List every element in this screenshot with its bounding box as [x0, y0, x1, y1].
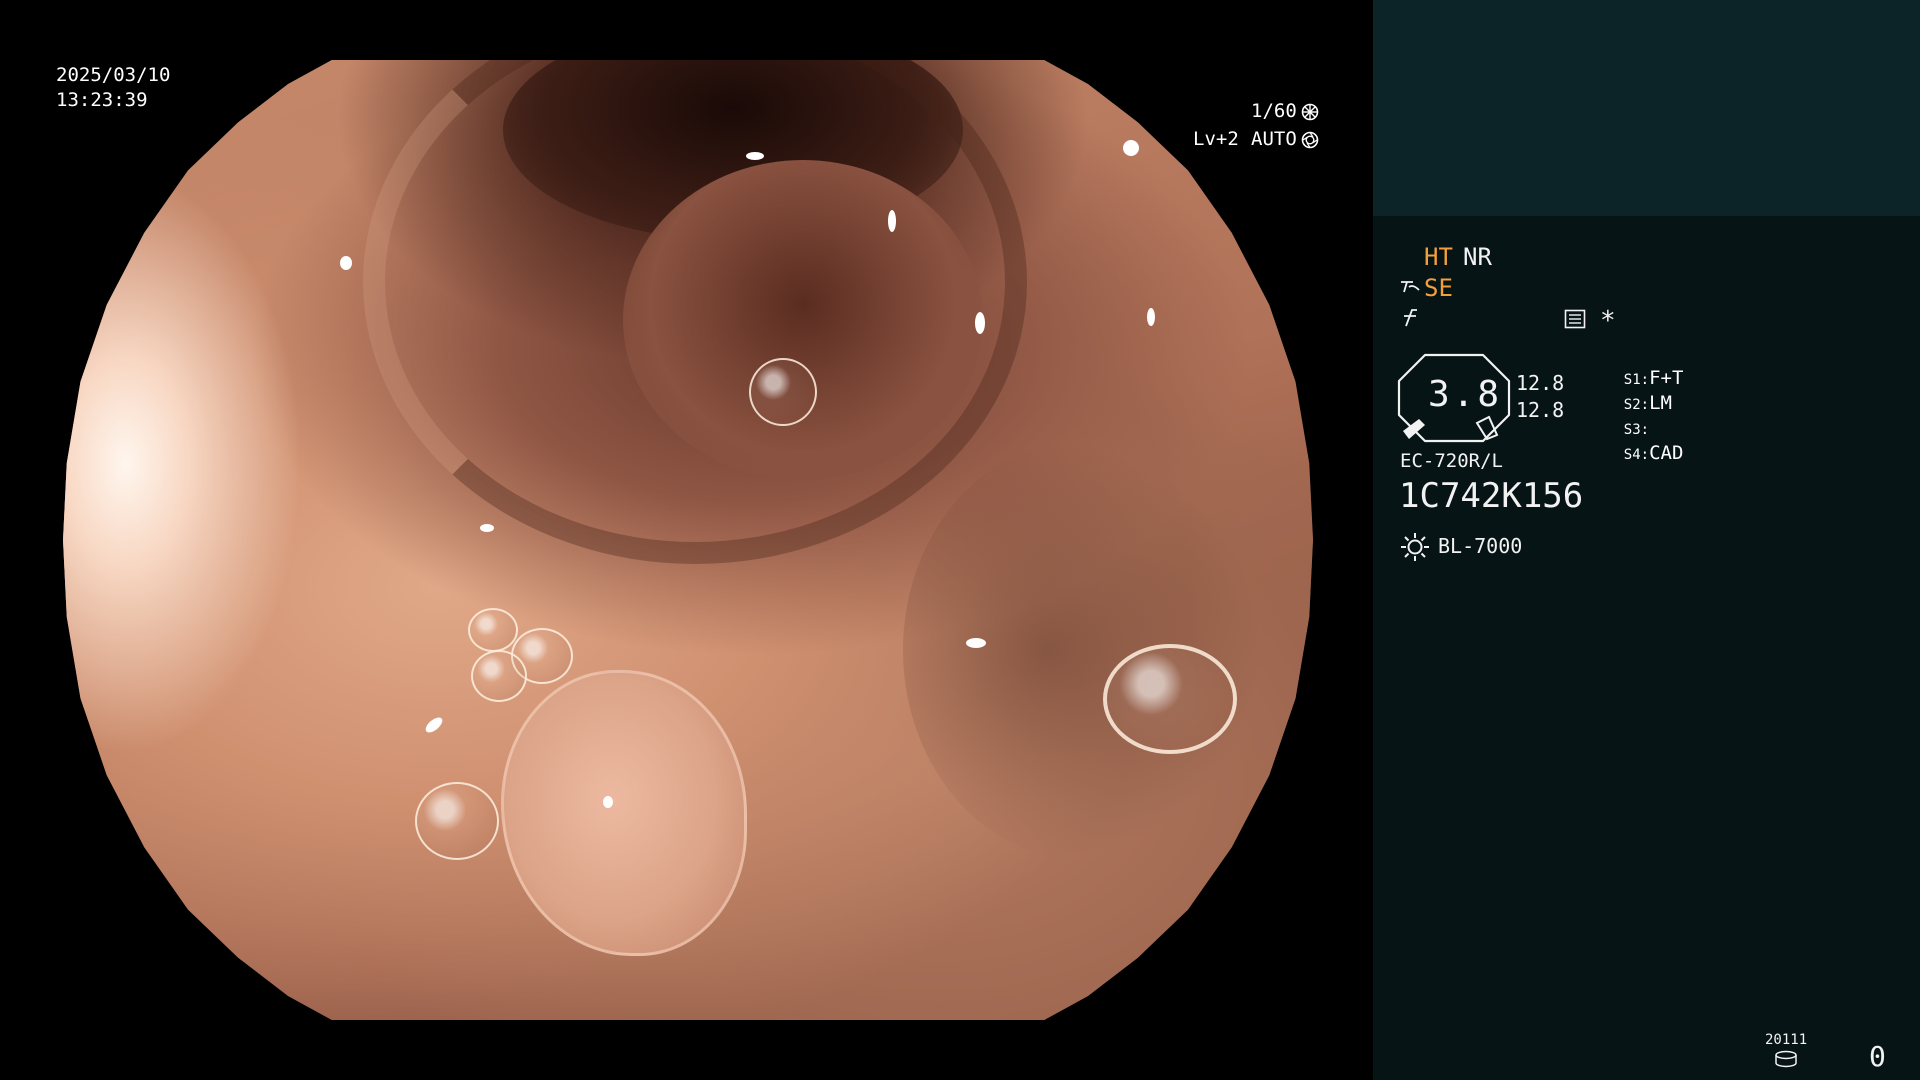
zoom-value: 3.8 [1428, 374, 1503, 415]
highlight [1147, 308, 1155, 326]
switch-key: S1: [1623, 372, 1650, 388]
switch-value: LM [1649, 392, 1672, 414]
highlight [423, 714, 445, 736]
mode-ht: HT [1424, 243, 1453, 271]
brightness-level: Lv+2 [1193, 128, 1239, 150]
highlight [603, 796, 613, 808]
panel-header-area [1373, 0, 1920, 216]
counter-value: 0 [1869, 1040, 1886, 1073]
scope-model: EC-720R/L [1400, 450, 1503, 472]
mode-se: SE [1424, 274, 1453, 302]
highlight [340, 256, 352, 270]
scope-serial: 1C742K156 [1399, 476, 1584, 516]
color-mode-icon [1404, 309, 1417, 327]
highlight [746, 152, 764, 160]
switch-value: CAD [1649, 442, 1684, 464]
highlight [1123, 140, 1139, 156]
shutter-wheel-icon [1301, 103, 1319, 121]
capture-time: 13:23:39 [56, 89, 148, 111]
switch-key: S4: [1623, 447, 1650, 463]
bubble [749, 358, 817, 426]
scale-bottom: 12.8 [1516, 398, 1565, 422]
highlight [966, 638, 986, 648]
asterisk-indicator: * [1600, 306, 1616, 336]
counter-label: 20111 [1765, 1032, 1808, 1048]
storage-icon [1775, 1050, 1797, 1068]
info-panel: HT NR SE * 3.8 12.8 12.8 S1:F+T S2:LM S3… [1373, 0, 1920, 1080]
iris-mode: AUTO [1251, 128, 1297, 150]
highlight [888, 210, 896, 232]
highlight [480, 524, 494, 532]
lesion [501, 670, 747, 956]
bubble [471, 650, 527, 702]
bubble [415, 782, 499, 860]
endoscope-image [63, 60, 1313, 1020]
settings-menu-icon [1564, 309, 1586, 329]
bubble [1103, 644, 1237, 754]
light-source: BL-7000 [1438, 534, 1523, 558]
capture-date: 2025/03/10 [56, 64, 171, 86]
mucosal-fold [903, 440, 1263, 860]
scale-top: 12.8 [1516, 371, 1565, 395]
endoscope-video: 2025/03/10 13:23:39 1/60 Lv+2 AUTO [0, 0, 1372, 1080]
shutter-speed: 1/60 [1251, 100, 1297, 122]
iris-icon [1301, 131, 1319, 149]
bubble [468, 608, 518, 652]
enhance-symbol-icon [1401, 281, 1420, 293]
switch-key: S3: [1623, 422, 1650, 438]
switch-row: S1:F+T [1566, 348, 1684, 389]
highlight [975, 312, 985, 334]
switch-key: S2: [1623, 397, 1650, 413]
mode-nr: NR [1463, 243, 1492, 271]
mucosal-fold [623, 160, 983, 480]
switch-list: S1:F+T S2:LM S3: S4:CAD [1566, 348, 1684, 464]
lamp-icon [1401, 533, 1429, 561]
switch-value: F+T [1649, 367, 1684, 389]
